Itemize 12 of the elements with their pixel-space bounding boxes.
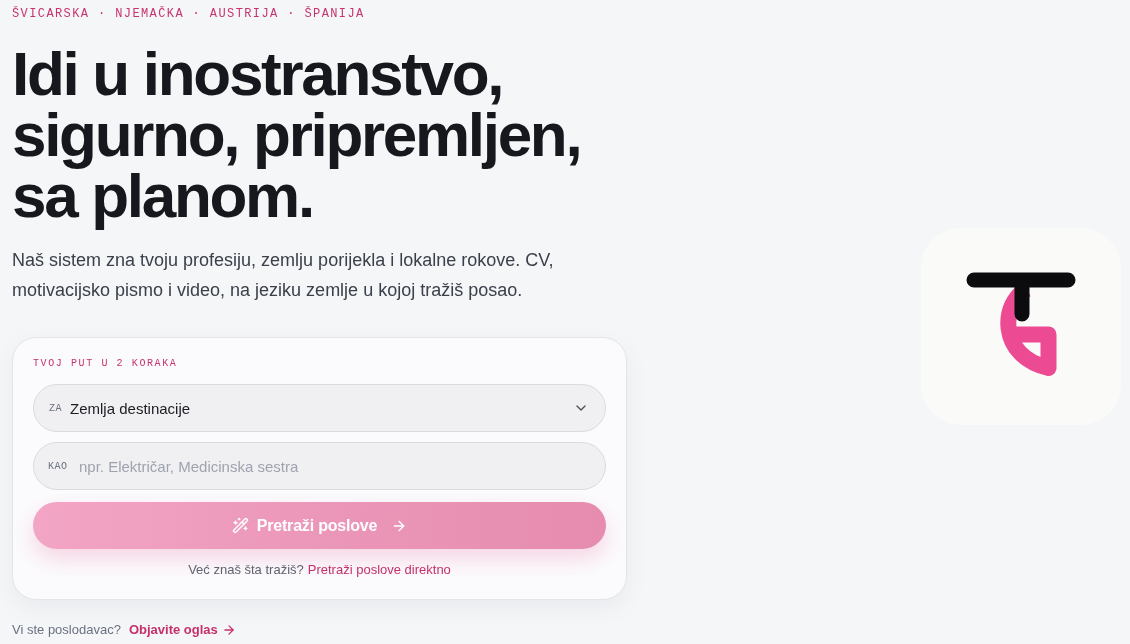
card-label: TVOJ PUT U 2 KORAKA — [33, 357, 178, 371]
post-ad-link[interactable]: Objavite oglas — [128, 622, 236, 638]
employer-question-text: Vi ste poslodavac? — [12, 622, 121, 638]
hero-description: Naš sistem zna tvoju profesiju, zemlju porijekla i lokalne rokove. CV, motivacijsko pismo i video, na jeziku zemlje u kojoj tražiš posao. — [12, 249, 555, 302]
hint-text: Već znaš šta tražiš? — [188, 562, 304, 578]
magic-wand-icon — [231, 517, 249, 534]
country-select[interactable]: ZA Zemlja destinacije — [33, 384, 606, 432]
field-prefix-label: ZA — [49, 402, 62, 414]
field-prefix-label: KAO — [48, 460, 68, 472]
arrow-right-icon — [221, 623, 236, 637]
direct-search-link[interactable]: Pretraži poslove direktno — [307, 562, 451, 578]
countries-eyebrow: ŠVICARSKA · NJEMAČKA · AUSTRIJA · ŠPANIJA — [12, 7, 365, 22]
